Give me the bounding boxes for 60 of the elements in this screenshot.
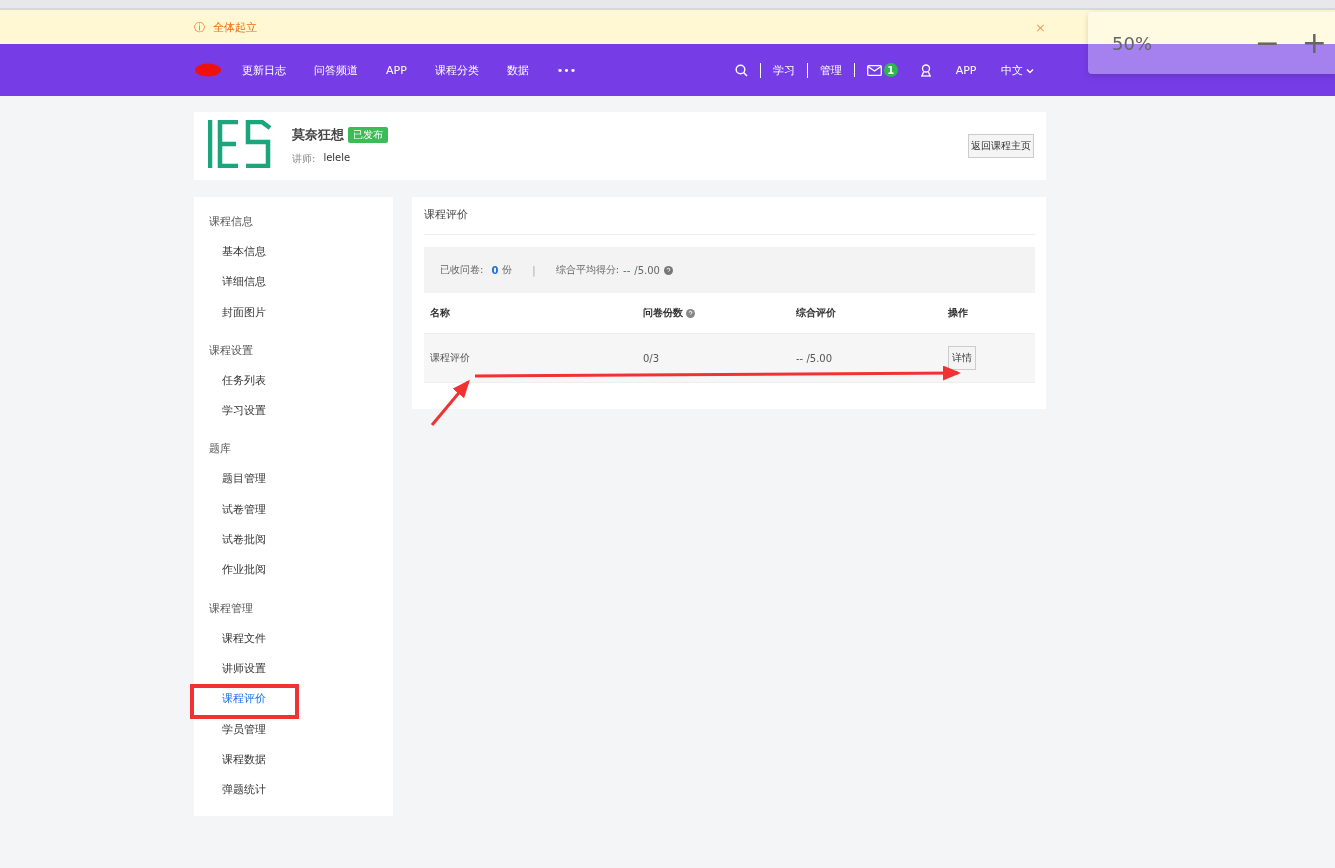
- sidebar-item[interactable]: 封面图片: [194, 296, 393, 327]
- sidebar-item[interactable]: 课程文件: [194, 622, 393, 653]
- nav-link[interactable]: 数据: [506, 62, 529, 78]
- received-unit: 份: [502, 263, 513, 277]
- help-icon[interactable]: [686, 308, 695, 318]
- course-title: 莫奈狂想: [292, 126, 344, 144]
- sidebar-item[interactable]: 课程评价: [194, 683, 393, 714]
- sidebar-item[interactable]: 作业批阅: [194, 554, 393, 585]
- caret-icon: [1026, 67, 1034, 74]
- nav-link[interactable]: •••: [556, 63, 577, 77]
- search-icon[interactable]: [734, 63, 748, 77]
- table-cell: -- /5.00: [796, 352, 833, 364]
- sidebar-item[interactable]: 弹题统计: [194, 774, 393, 805]
- sidebar-item[interactable]: 试卷管理: [194, 493, 393, 525]
- average-label: 综合平均得分:: [555, 263, 620, 277]
- average-value: --: [623, 264, 631, 276]
- info-icon: ⓘ: [194, 19, 205, 35]
- table-cell: 课程评价: [430, 352, 470, 363]
- mail-icon[interactable]: [866, 64, 882, 76]
- details-button[interactable]: 详情: [948, 346, 976, 370]
- sidebar-group-title: 课程管理: [208, 600, 254, 616]
- sidebar-group-title: 课程信息: [208, 214, 254, 229]
- received-label: 已收问卷:: [440, 263, 484, 277]
- sidebar-item[interactable]: 任务列表: [194, 364, 393, 396]
- nav-link[interactable]: APP: [955, 63, 977, 77]
- column-header: 综合评价: [796, 306, 836, 320]
- notice-text: 全体起立: [213, 19, 257, 35]
- column-header: 操作: [948, 306, 968, 320]
- received-count: 0: [491, 264, 499, 276]
- nav-link[interactable]: APP: [386, 63, 407, 77]
- language-dropdown[interactable]: 中文: [1000, 62, 1034, 78]
- back-button[interactable]: 返回课程主页: [968, 134, 1034, 158]
- separator: |: [532, 264, 536, 276]
- nav-link[interactable]: 问答频道: [314, 62, 358, 78]
- sidebar-item[interactable]: 讲师设置: [194, 652, 393, 684]
- nav-link[interactable]: 管理: [806, 62, 842, 78]
- status-badge: 已发布: [348, 127, 388, 143]
- sidebar-item[interactable]: 详细信息: [194, 266, 393, 297]
- unread-badge: 1: [883, 63, 898, 77]
- sidebar-item[interactable]: 基本信息: [194, 236, 393, 267]
- sidebar-item[interactable]: 课程数据: [194, 743, 393, 775]
- column-header: 名称: [430, 306, 450, 320]
- teacher-name: lelele: [323, 152, 351, 165]
- user-icon[interactable]: [919, 63, 932, 77]
- help-icon[interactable]: [663, 265, 673, 275]
- panel-title: 课程评价: [424, 197, 1035, 235]
- sidebar-group-title: 题库: [208, 441, 232, 457]
- column-header: 问卷份数: [643, 306, 683, 320]
- sidebar-item[interactable]: 学习设置: [194, 395, 393, 426]
- nav-link[interactable]: 学习: [759, 62, 795, 78]
- sidebar-group-title: 课程设置: [208, 342, 254, 358]
- sidebar-item[interactable]: 题目管理: [194, 463, 393, 494]
- nav-link[interactable]: 课程分类: [434, 62, 479, 78]
- teacher-label: 讲师:: [292, 152, 316, 166]
- nav-link[interactable]: 更新日志: [242, 62, 286, 78]
- average-max: /5.00: [634, 264, 660, 276]
- annotation-arrow: [430, 379, 470, 426]
- sidebar-item[interactable]: 试卷批阅: [194, 524, 393, 555]
- sidebar-item[interactable]: 学员管理: [194, 713, 393, 744]
- table-cell: 0/3: [643, 352, 660, 364]
